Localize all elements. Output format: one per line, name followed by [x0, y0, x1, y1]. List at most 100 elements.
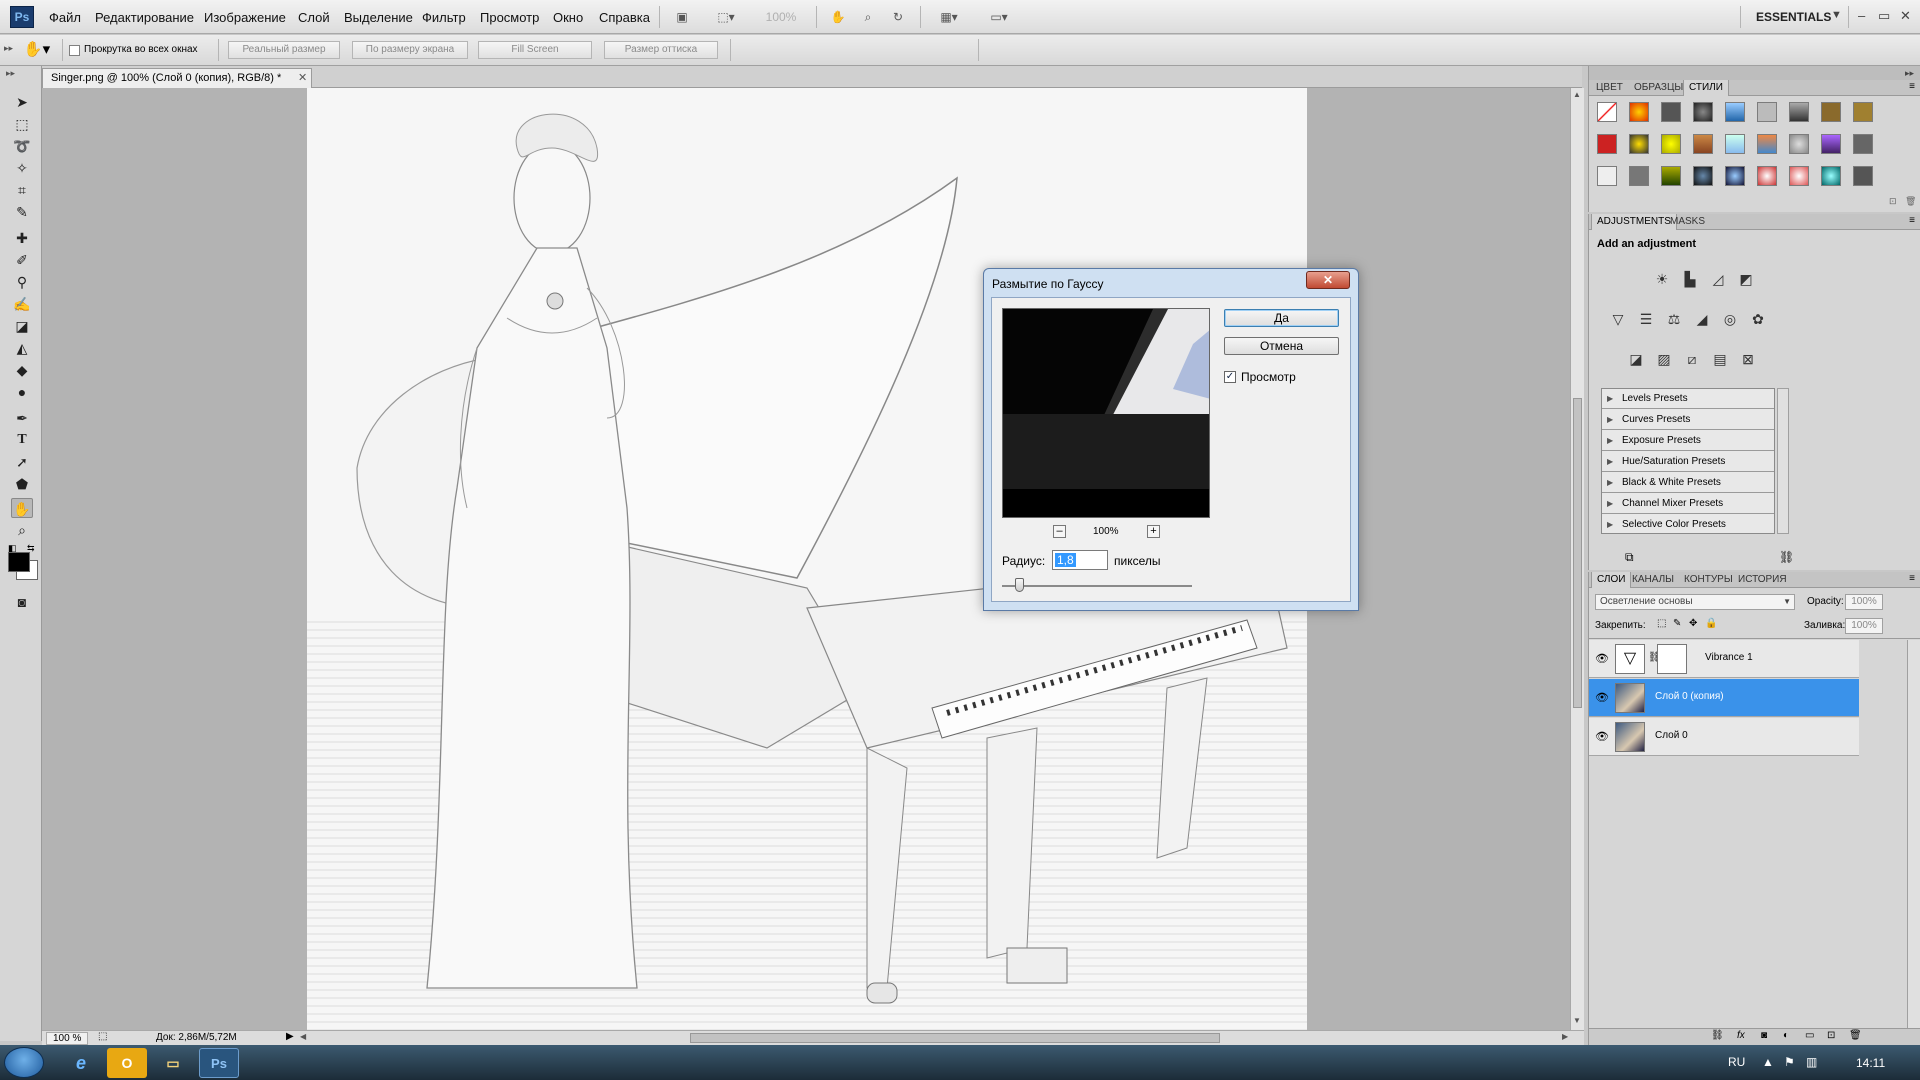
- tab-history[interactable]: ИСТОРИЯ: [1733, 572, 1792, 588]
- style-swatch[interactable]: [1757, 134, 1777, 154]
- radius-slider-thumb[interactable]: [1015, 578, 1025, 592]
- curves-icon[interactable]: ◿: [1707, 268, 1729, 290]
- explorer-taskbar-button[interactable]: ▭: [153, 1048, 193, 1078]
- threshold-icon[interactable]: ⧄: [1681, 348, 1703, 370]
- layer-name[interactable]: Слой 0 (копия): [1655, 691, 1724, 702]
- style-swatch[interactable]: [1629, 102, 1649, 122]
- menu-window[interactable]: Окно: [553, 10, 583, 25]
- preview-zoom-in-button[interactable]: +: [1147, 525, 1160, 538]
- eyedropper-tool-icon[interactable]: ✎: [11, 202, 33, 222]
- collapse-icon[interactable]: ▸▸: [1905, 68, 1914, 79]
- new-style-icon[interactable]: ⊡: [1889, 196, 1897, 207]
- style-swatch[interactable]: [1853, 166, 1873, 186]
- delete-layer-icon[interactable]: 🗑: [1849, 1030, 1862, 1041]
- ok-button[interactable]: Да: [1224, 309, 1339, 327]
- preset-channel-mixer[interactable]: Channel Mixer Presets: [1602, 494, 1774, 514]
- pen-tool-icon[interactable]: ✒: [11, 408, 33, 428]
- screen-mode-icon[interactable]: ▭▾: [980, 6, 1018, 28]
- preview-checkbox[interactable]: ✓: [1224, 371, 1236, 383]
- link-layers-icon[interactable]: ⛓: [1711, 1030, 1724, 1041]
- close-button[interactable]: ✕: [1900, 8, 1911, 24]
- marquee-tool-icon[interactable]: ⬚: [11, 114, 33, 134]
- style-swatch[interactable]: [1789, 166, 1809, 186]
- flag-icon[interactable]: ⚑: [1784, 1055, 1795, 1069]
- radius-slider-track[interactable]: [1002, 585, 1192, 587]
- panel-menu-icon[interactable]: ≡: [1909, 81, 1915, 92]
- zoom-field[interactable]: 100 %: [46, 1032, 89, 1045]
- layer-name[interactable]: Vibrance 1: [1705, 652, 1753, 663]
- preview-zoom-out-button[interactable]: –: [1053, 525, 1066, 538]
- fit-screen-button[interactable]: По размеру экрана: [352, 41, 468, 59]
- style-swatch[interactable]: [1725, 102, 1745, 122]
- radius-input[interactable]: 1,8: [1052, 550, 1108, 570]
- menu-edit[interactable]: Редактирование: [95, 10, 194, 25]
- cancel-button[interactable]: Отмена: [1224, 337, 1339, 355]
- link-icon[interactable]: ⛓: [1779, 550, 1794, 564]
- menu-file[interactable]: Файл: [49, 10, 81, 25]
- style-swatch[interactable]: [1693, 102, 1713, 122]
- layers-scrollbar[interactable]: [1907, 640, 1920, 1028]
- layer-row-copy[interactable]: 👁 Слой 0 (копия): [1589, 679, 1859, 717]
- brightness-contrast-icon[interactable]: ☀: [1651, 268, 1673, 290]
- lock-all-icon[interactable]: 🔒: [1705, 618, 1717, 629]
- tab-channels[interactable]: КАНАЛЫ: [1627, 572, 1679, 588]
- style-swatch[interactable]: [1853, 134, 1873, 154]
- style-swatch[interactable]: [1821, 102, 1841, 122]
- zoom-tool-icon[interactable]: ⌕: [11, 520, 33, 540]
- menu-image[interactable]: Изображение: [204, 10, 286, 25]
- style-swatch[interactable]: [1693, 134, 1713, 154]
- tab-paths[interactable]: КОНТУРЫ: [1679, 572, 1738, 588]
- hand-tool-preset-icon[interactable]: ✋▾: [20, 40, 54, 60]
- healing-brush-tool-icon[interactable]: ✚: [11, 228, 33, 248]
- hand-tool-icon[interactable]: ✋: [826, 6, 850, 28]
- preset-exposure[interactable]: Exposure Presets: [1602, 431, 1774, 451]
- style-swatch[interactable]: [1725, 134, 1745, 154]
- preset-levels[interactable]: Levels Presets: [1602, 389, 1774, 409]
- style-swatch[interactable]: [1597, 166, 1617, 186]
- style-swatch[interactable]: [1597, 102, 1617, 122]
- vertical-scroll-thumb[interactable]: [1573, 398, 1582, 708]
- eraser-tool-icon[interactable]: ◪: [11, 316, 33, 336]
- vertical-scrollbar[interactable]: ▲ ▼: [1570, 88, 1584, 1030]
- minimize-button[interactable]: –: [1858, 8, 1865, 23]
- workspace-switcher[interactable]: ESSENTIALS: [1756, 10, 1831, 24]
- language-indicator[interactable]: RU: [1728, 1055, 1745, 1069]
- vibrance-icon[interactable]: ▽: [1607, 308, 1629, 330]
- clone-stamp-tool-icon[interactable]: ⚲: [11, 272, 33, 292]
- document-tab[interactable]: Singer.png @ 100% (Слой 0 (копия), RGB/8…: [42, 68, 312, 88]
- layer-mask-thumb[interactable]: [1657, 644, 1687, 674]
- magic-wand-tool-icon[interactable]: ✧: [11, 158, 33, 178]
- levels-icon[interactable]: ▙: [1679, 268, 1701, 290]
- tab-color[interactable]: ЦВЕТ: [1591, 80, 1628, 96]
- invert-icon[interactable]: ◪: [1625, 348, 1647, 370]
- color-balance-icon[interactable]: ⚖: [1663, 308, 1685, 330]
- quick-mask-icon[interactable]: ◙: [11, 592, 33, 612]
- outlook-taskbar-button[interactable]: O: [107, 1048, 147, 1078]
- blend-mode-select[interactable]: Осветление основы ▼: [1595, 594, 1795, 610]
- tab-styles[interactable]: СТИЛИ: [1683, 80, 1729, 96]
- visibility-eye-icon[interactable]: 👁: [1595, 730, 1609, 744]
- start-button[interactable]: [4, 1047, 44, 1078]
- type-tool-icon[interactable]: T: [11, 430, 33, 450]
- style-swatch[interactable]: [1597, 134, 1617, 154]
- style-swatch[interactable]: [1789, 134, 1809, 154]
- crop-tool-icon[interactable]: ⌗: [11, 180, 33, 200]
- channel-mixer-icon[interactable]: ✿: [1747, 308, 1769, 330]
- blur-preview[interactable]: [1002, 308, 1210, 518]
- panel-menu-icon[interactable]: ≡: [1909, 215, 1915, 226]
- scroll-down-icon[interactable]: ▼: [1573, 1016, 1581, 1025]
- maximize-button[interactable]: ▭: [1878, 8, 1890, 24]
- history-brush-tool-icon[interactable]: ✍: [11, 294, 33, 314]
- scroll-left-icon[interactable]: ◀: [300, 1032, 306, 1041]
- opacity-field[interactable]: 100%: [1845, 594, 1883, 610]
- status-menu-arrow-icon[interactable]: ▶: [286, 1031, 294, 1042]
- visibility-eye-icon[interactable]: 👁: [1595, 652, 1609, 666]
- gradient-map-icon[interactable]: ▤: [1709, 348, 1731, 370]
- lock-position-icon[interactable]: ✥: [1689, 618, 1697, 629]
- menu-layer[interactable]: Слой: [298, 10, 330, 25]
- new-group-icon[interactable]: ▭: [1805, 1030, 1814, 1041]
- layer-row-base[interactable]: 👁 Слой 0: [1589, 718, 1859, 756]
- preset-hue-saturation[interactable]: Hue/Saturation Presets: [1602, 452, 1774, 472]
- tray-arrow-icon[interactable]: ▲: [1762, 1055, 1774, 1069]
- hand-tool-icon[interactable]: ✋: [11, 498, 33, 518]
